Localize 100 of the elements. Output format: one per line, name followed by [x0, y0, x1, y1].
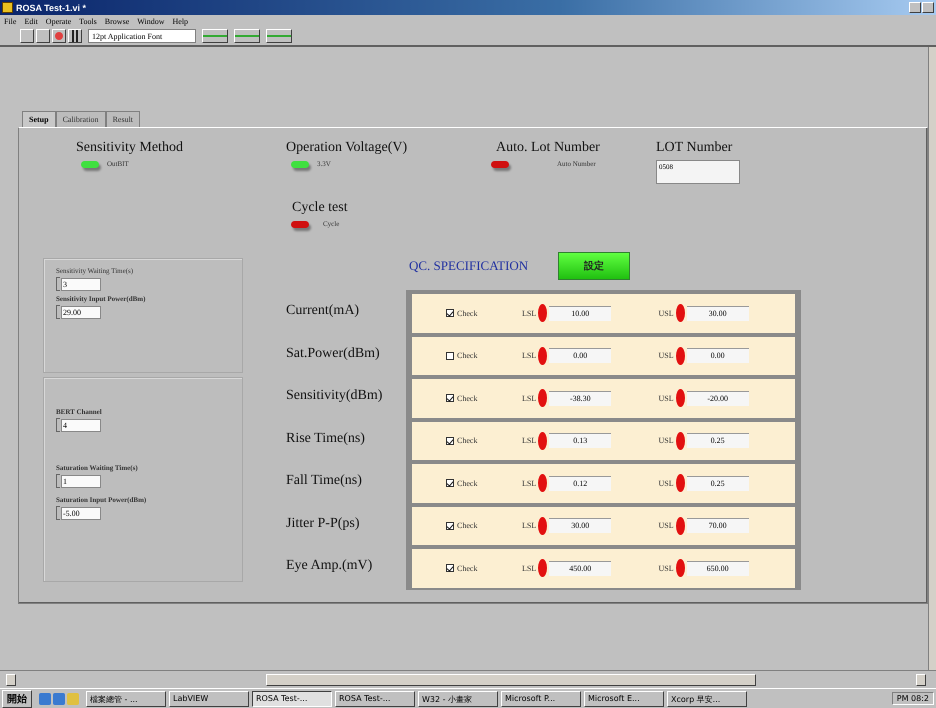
numeric-field[interactable]: -38.30 [549, 390, 612, 406]
knob-icon[interactable] [538, 304, 548, 322]
limit-label: USL [658, 436, 674, 446]
set-button[interactable]: 設定 [558, 252, 630, 280]
checkbox[interactable] [446, 522, 454, 530]
numeric-field[interactable]: 29.00 [61, 306, 101, 318]
limit-label: USL [658, 394, 674, 403]
toggle-switch[interactable] [291, 220, 309, 228]
scroll-thumb[interactable] [266, 674, 756, 686]
maximize-button[interactable] [922, 2, 934, 13]
spinner-icon[interactable] [56, 506, 60, 520]
taskbar-item[interactable]: Microsoft P... [501, 690, 581, 706]
start-button[interactable]: 開始 [2, 690, 32, 708]
numeric-field[interactable]: 10.00 [549, 306, 612, 321]
knob-icon[interactable] [676, 516, 685, 535]
checkbox-label: Check [457, 564, 478, 573]
menu-item[interactable]: Operate [46, 16, 72, 26]
knob-icon[interactable] [538, 432, 548, 450]
limit-label: USL [658, 521, 674, 530]
tab[interactable]: Setup [22, 111, 56, 127]
vertical-scrollbar[interactable] [928, 47, 936, 670]
parameter-label: Eye Amp.(mV) [286, 557, 374, 576]
numeric-field[interactable]: 0.00 [549, 348, 612, 364]
spinner-icon[interactable] [56, 305, 60, 319]
numeric-field[interactable]: 30.00 [686, 306, 749, 321]
switch-label: Cycle test [292, 200, 349, 216]
parameter-label: Fall Time(ns) [286, 472, 363, 490]
checkbox[interactable] [446, 394, 454, 402]
knob-icon[interactable] [538, 559, 548, 578]
menu-item[interactable]: Tools [79, 16, 97, 26]
limit-label: LSL [522, 478, 536, 488]
stop-icon[interactable] [55, 32, 63, 40]
menu-item[interactable]: File [4, 16, 16, 26]
tab[interactable]: Calibration [56, 111, 106, 127]
numeric-field[interactable]: 0.13 [549, 433, 612, 448]
toggle-switch[interactable] [81, 160, 99, 168]
limit-label: USL [658, 308, 674, 318]
numeric-field[interactable]: 4 [61, 418, 101, 432]
limit-label: USL [658, 564, 674, 573]
switch-label: Operation Voltage(V) [286, 140, 408, 156]
section-title: QC. SPECIFICATION [409, 258, 528, 274]
knob-icon[interactable] [676, 346, 685, 365]
numeric-field[interactable]: 0.00 [686, 348, 749, 364]
knob-icon[interactable] [676, 304, 685, 322]
checkbox[interactable] [446, 564, 454, 572]
menu-item[interactable]: Help [172, 16, 188, 26]
toggle-switch[interactable] [291, 160, 309, 168]
numeric-field[interactable]: 70.00 [686, 518, 749, 534]
font-dropdown[interactable]: 12pt Application Font [88, 29, 196, 43]
knob-icon[interactable] [538, 474, 548, 492]
knob-icon[interactable] [676, 389, 685, 408]
knob-icon[interactable] [676, 474, 685, 492]
parameter-label: Current(mA) [286, 302, 360, 320]
checkbox-label: Check [457, 394, 478, 403]
pause-icon[interactable] [68, 29, 82, 43]
numeric-field[interactable]: -20.00 [686, 390, 749, 406]
taskbar-item[interactable]: W32 - 小畫家 [418, 690, 498, 706]
taskbar-item[interactable]: LabVIEW [169, 690, 249, 706]
checkbox-label: Check [457, 478, 478, 488]
spinner-icon[interactable] [56, 277, 60, 291]
numeric-field[interactable]: 3 [61, 278, 101, 290]
numeric-field[interactable]: 0.12 [549, 476, 612, 491]
tab[interactable]: Result [106, 111, 140, 127]
numeric-field[interactable]: 0.25 [686, 433, 749, 448]
checkbox[interactable] [446, 479, 454, 488]
toggle-switch[interactable] [491, 160, 509, 168]
taskbar-item[interactable]: Xcorp 早安... [667, 690, 747, 706]
spinner-icon[interactable] [56, 474, 60, 488]
limit-label: LSL [522, 308, 536, 318]
knob-icon[interactable] [538, 389, 548, 408]
limit-label: LSL [522, 351, 536, 360]
numeric-field[interactable]: 650.00 [686, 560, 749, 576]
field-label: LOT Number [656, 140, 734, 156]
menu-item[interactable]: Browse [104, 16, 130, 26]
knob-icon[interactable] [676, 559, 685, 578]
checkbox[interactable] [446, 436, 454, 445]
numeric-field[interactable]: 30.00 [549, 518, 612, 534]
limit-label: USL [658, 478, 674, 488]
knob-icon[interactable] [538, 346, 548, 365]
window-title: ROSA Test-1.vi * [16, 2, 86, 12]
menu-item[interactable]: Window [137, 16, 164, 26]
numeric-field[interactable]: 0.25 [686, 476, 749, 491]
knob-icon[interactable] [676, 432, 685, 450]
checkbox[interactable] [446, 352, 454, 360]
knob-icon[interactable] [538, 516, 548, 535]
numeric-field[interactable]: 1 [61, 474, 101, 488]
taskbar-item[interactable]: ROSA Test-... [335, 690, 415, 706]
taskbar-item[interactable]: 檔案總管 - ... [86, 690, 166, 706]
taskbar-item[interactable]: Microsoft E... [584, 690, 664, 706]
spinner-icon[interactable] [56, 418, 60, 432]
app-icon [2, 2, 13, 13]
checkbox[interactable] [446, 309, 454, 318]
menu-item[interactable]: Edit [24, 16, 38, 26]
limit-label: LSL [522, 436, 536, 446]
taskbar-item[interactable]: ROSA Test-... [252, 690, 332, 706]
limit-label: LSL [522, 521, 536, 530]
minimize-button[interactable] [909, 2, 921, 13]
numeric-field[interactable]: -5.00 [61, 506, 101, 520]
numeric-field[interactable]: 450.00 [549, 560, 612, 576]
switch-label: Sensitivity Method [76, 140, 184, 156]
